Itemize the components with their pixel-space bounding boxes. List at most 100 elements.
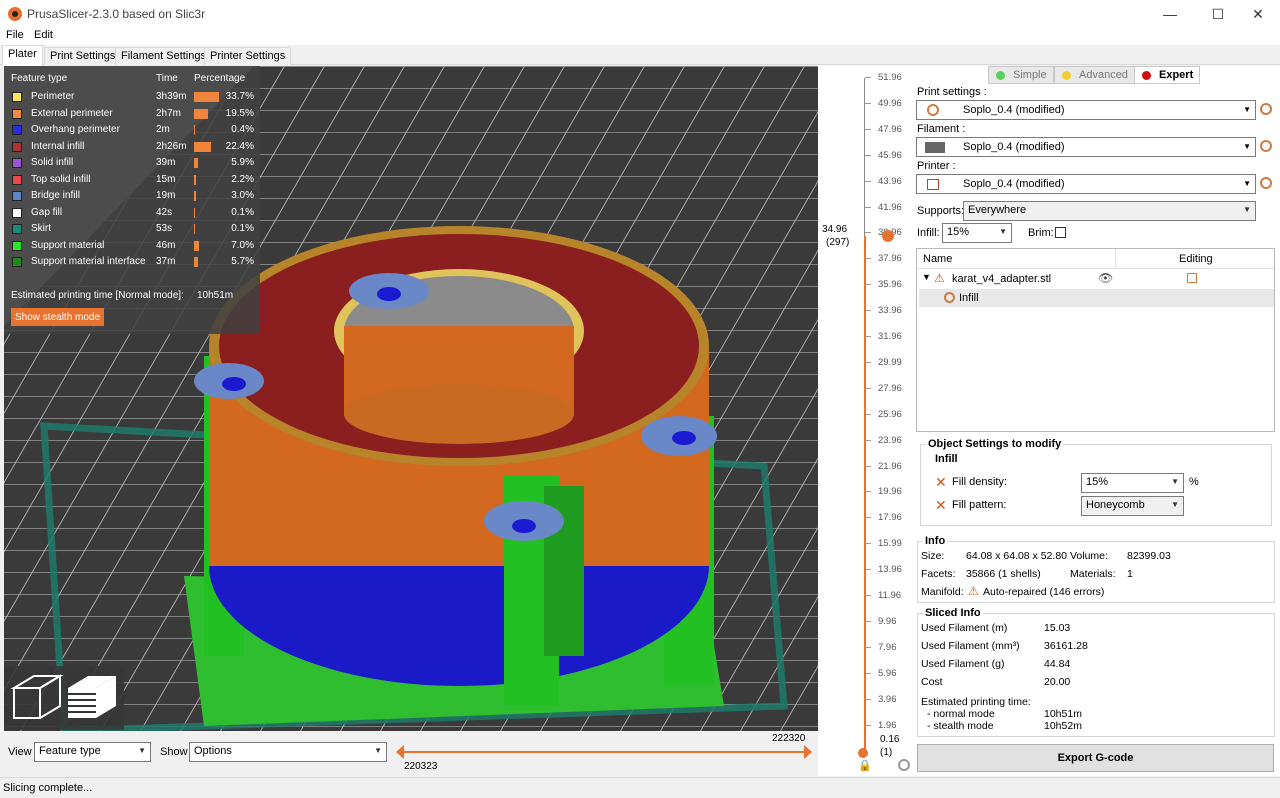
cog-icon[interactable] xyxy=(898,759,910,771)
brim-label: Brim: xyxy=(1028,227,1054,239)
3d-preview-viewport[interactable]: Feature type Time Percentage Perimeter 3h… xyxy=(4,66,818,731)
supports-label: Supports: xyxy=(917,205,965,217)
printer-select[interactable]: Soplo_0.4 (modified) ▼ xyxy=(916,174,1256,194)
legend-percentage-bar xyxy=(194,207,195,218)
print-settings-select[interactable]: Soplo_0.4 (modified) ▼ xyxy=(916,100,1256,120)
legend-time: 19m xyxy=(156,190,176,201)
legend-row[interactable]: External perimeter 2h7m 19.5% xyxy=(4,107,260,123)
view-type-select[interactable]: Feature type ▼ xyxy=(34,742,151,762)
layer-slider-track[interactable] xyxy=(864,236,866,756)
object-list: Name Editing ▼ ⚠ karat_v4_adapter.stl 👁 … xyxy=(916,248,1275,432)
tab-filament-settings[interactable]: Filament Settings xyxy=(115,47,212,65)
edit-icon[interactable] xyxy=(1187,273,1197,283)
layer-height-tick xyxy=(865,569,871,571)
slider-left-handle[interactable] xyxy=(396,745,404,759)
layer-height-tick-label: 47.96 xyxy=(878,123,902,135)
legend-percentage-bar xyxy=(194,158,199,168)
lock-icon[interactable]: 🔒 xyxy=(858,759,872,772)
infill-select[interactable]: 15% ▼ xyxy=(942,223,1012,243)
fill-pattern-label: Fill pattern: xyxy=(952,499,1007,511)
layer-height-tick-label: 7.96 xyxy=(878,641,897,653)
legend-row[interactable]: Overhang perimeter 2m 0.4% xyxy=(4,123,260,139)
legend-row[interactable]: Internal infill 2h26m 22.4% xyxy=(4,140,260,156)
show-stealth-mode-button[interactable]: Show stealth mode xyxy=(11,308,105,326)
legend-row[interactable]: Skirt 53s 0.1% xyxy=(4,222,260,238)
print-settings-label: Print settings : xyxy=(917,86,987,98)
manifold-warning-icon: ⚠ xyxy=(968,584,979,598)
legend-row[interactable]: Bridge infill 19m 3.0% xyxy=(4,189,260,205)
legend-percentage: 7.0% xyxy=(231,239,254,251)
layer-height-tick-label: 13.96 xyxy=(878,564,902,576)
legend-row[interactable]: Support material 46m 7.0% xyxy=(4,239,260,255)
mode-expert-button[interactable]: Expert xyxy=(1134,66,1201,84)
mode-advanced-button[interactable]: Advanced xyxy=(1054,66,1135,84)
infill-modifier-row[interactable]: Infill xyxy=(919,289,1274,307)
legend-feature-name: Skirt xyxy=(31,223,51,234)
legend-row[interactable]: Gap fill 42s 0.1% xyxy=(4,206,260,222)
tab-printer-settings[interactable]: Printer Settings xyxy=(204,47,292,65)
eye-icon[interactable]: 👁 xyxy=(1098,271,1113,285)
legend-percentage-bar xyxy=(194,92,219,102)
close-button[interactable]: ✕ xyxy=(1243,4,1273,24)
legend-percentage-bar xyxy=(194,125,195,135)
minimize-button[interactable]: — xyxy=(1155,4,1185,24)
legend-time: 53s xyxy=(156,223,173,234)
estimated-time-label: Estimated printing time [Normal mode]: xyxy=(11,290,184,301)
sliced-info-group: Sliced Info Used Filament (m) 15.03 Used F… xyxy=(917,607,1275,737)
legend-row[interactable]: Top solid infill 15m 2.2% xyxy=(4,173,260,189)
printer-edit-icon[interactable] xyxy=(1260,177,1272,189)
collapse-arrow-icon[interactable]: ▼ xyxy=(922,272,931,282)
supports-select[interactable]: Everywhere ▼ xyxy=(963,201,1256,221)
filament-edit-icon[interactable] xyxy=(1260,140,1272,152)
remove-pattern-icon[interactable]: ✕ xyxy=(935,497,947,514)
sliced-info-label: Used Filament (mm³) xyxy=(921,640,1020,652)
show-options-select[interactable]: Options ▼ xyxy=(189,742,387,762)
legend-percentage-bar xyxy=(194,141,211,152)
tab-bar: Plater Print Settings Filament Settings … xyxy=(0,45,1280,66)
layer-height-tick xyxy=(865,310,871,312)
fill-pattern-select[interactable]: Honeycomb ▼ xyxy=(1081,496,1184,516)
layer-height-tick-label: 19.96 xyxy=(878,486,902,498)
legend-color-swatch xyxy=(12,240,22,251)
layer-height-tick-label: 17.96 xyxy=(878,512,902,524)
layer-height-tick-label: 35.96 xyxy=(878,279,902,291)
column-name[interactable]: Name xyxy=(923,253,952,265)
export-gcode-button[interactable]: Export G-code xyxy=(917,744,1274,772)
legend-feature-name: Support material xyxy=(31,239,105,251)
view-label: View xyxy=(8,746,32,758)
menu-edit[interactable]: Edit xyxy=(34,29,53,41)
legend-percentage-bar xyxy=(194,240,200,251)
column-editing[interactable]: Editing xyxy=(1179,253,1213,265)
legend-row[interactable]: Support material interface 37m 5.7% xyxy=(4,255,260,271)
layer-slider[interactable]: 51.9649.9647.9645.9643.9641.9639.9637.96… xyxy=(818,66,914,776)
mode-simple-button[interactable]: Simple xyxy=(988,66,1054,84)
info-title: Info xyxy=(923,535,948,547)
layer-height-tick-label: 21.96 xyxy=(878,460,902,472)
layer-height-tick-label: 31.96 xyxy=(878,331,902,342)
tab-print-settings[interactable]: Print Settings xyxy=(44,47,122,65)
lower-thumb-handle[interactable] xyxy=(858,748,868,758)
slider-right-handle[interactable] xyxy=(804,745,812,759)
brim-checkbox[interactable] xyxy=(1055,227,1066,238)
slider-range-start: 220323 xyxy=(404,761,438,772)
legend-row[interactable]: Solid infill 39m 5.9% xyxy=(4,156,260,172)
menu-file[interactable]: File xyxy=(6,29,24,41)
maximize-button[interactable]: ☐ xyxy=(1203,4,1233,24)
manifold-label: Manifold: xyxy=(921,586,964,598)
layer-height-tick xyxy=(865,284,871,286)
fill-density-select[interactable]: 15% ▼ xyxy=(1081,473,1184,493)
print-settings-edit-icon[interactable] xyxy=(1260,103,1272,115)
horizontal-slider-track[interactable] xyxy=(400,751,810,753)
legend-percentage: 5.9% xyxy=(231,157,254,168)
legend-time: 46m xyxy=(156,239,176,251)
view-toggle-panel xyxy=(4,666,124,730)
remove-density-icon[interactable]: ✕ xyxy=(935,474,947,491)
object-row[interactable]: ▼ ⚠ karat_v4_adapter.stl 👁 xyxy=(917,270,1274,288)
upper-thumb-handle[interactable] xyxy=(882,230,894,242)
tab-plater[interactable]: Plater xyxy=(2,45,43,66)
layers-view-icon[interactable] xyxy=(64,666,124,730)
layer-height-tick xyxy=(865,595,871,596)
filament-select[interactable]: Soplo_0.4 (modified) ▼ xyxy=(916,137,1256,157)
legend-row[interactable]: Perimeter 3h39m 33.7% xyxy=(4,90,260,106)
chevron-down-icon: ▼ xyxy=(1243,179,1251,188)
